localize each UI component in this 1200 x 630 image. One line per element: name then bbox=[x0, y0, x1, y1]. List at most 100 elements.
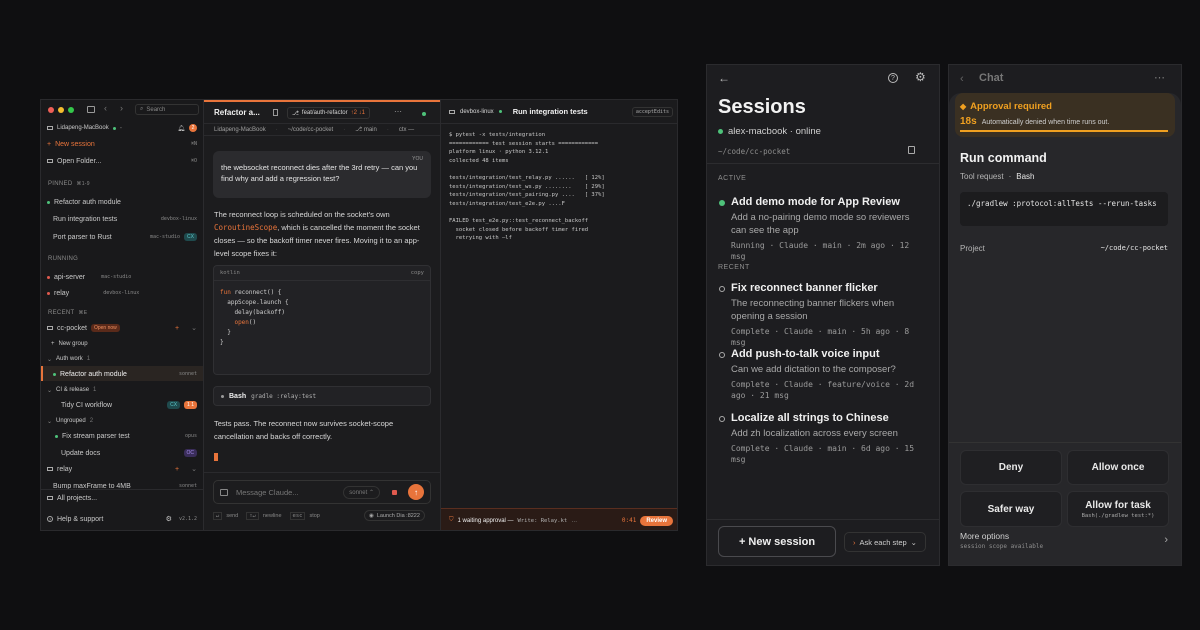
approval-timer: 0:41 bbox=[621, 517, 637, 524]
back-arrow-icon[interactable]: ← bbox=[718, 71, 730, 85]
deny-button[interactable]: Deny bbox=[960, 450, 1062, 485]
code-header: kotlin copy bbox=[214, 266, 430, 281]
group-count: 1 bbox=[93, 387, 97, 393]
pinned-item[interactable]: Refactor auth module bbox=[47, 195, 197, 209]
more-icon[interactable]: ⋯ bbox=[1154, 71, 1165, 84]
agent-badge: OC bbox=[183, 449, 197, 457]
pinned-item[interactable]: Port parser to Rust mac-studio CX bbox=[47, 230, 197, 244]
notification-badge[interactable]: 2 bbox=[189, 124, 197, 132]
session-card[interactable]: Localize all strings to Chinese Add zh l… bbox=[719, 412, 927, 465]
project-row[interactable]: relay + ⌄ bbox=[47, 462, 197, 476]
open-folder-button[interactable]: Open Folder... ⌘O bbox=[47, 154, 197, 168]
terminal-prompt-icon: › bbox=[853, 537, 856, 547]
countdown-fill bbox=[960, 130, 1168, 132]
plus-icon: + bbox=[51, 341, 55, 347]
branch-icon: ⎇ bbox=[292, 110, 299, 117]
new-group-button[interactable]: + New group bbox=[47, 337, 197, 351]
reply-text: The reconnect loop is scheduled on the s… bbox=[214, 210, 390, 219]
session-card[interactable]: Add push-to-talk voice input Can we add … bbox=[719, 348, 927, 401]
zoom-dot[interactable] bbox=[68, 107, 74, 113]
running-header: RUNNING bbox=[48, 256, 79, 262]
gear-icon[interactable]: ⚙ bbox=[166, 515, 172, 523]
countdown-value: 18s bbox=[960, 116, 977, 127]
help-icon: ? bbox=[47, 516, 53, 522]
branch-chip[interactable]: ⎇ feat/auth-refactor ↑2 ↓1 bbox=[287, 107, 370, 119]
help-button[interactable]: ? Help & support ⚙ v2.1.2 bbox=[47, 512, 197, 526]
chevron-down-icon: ⌄ bbox=[47, 356, 53, 363]
session-item[interactable]: Fix stream parser test opus bbox=[47, 429, 197, 443]
close-dot[interactable] bbox=[48, 107, 54, 113]
all-projects-button[interactable]: All projects... bbox=[47, 491, 197, 505]
launch-button[interactable]: ◉ Launch Dia :8222 bbox=[364, 510, 425, 521]
review-button[interactable]: Review bbox=[640, 515, 673, 526]
forward-icon[interactable]: › bbox=[120, 103, 123, 113]
session-meta: Complete · Claude · main · 5h ago · 8 ms… bbox=[731, 327, 910, 347]
permission-mode-selector[interactable]: › Ask each step ⌄ bbox=[844, 532, 926, 552]
session-item[interactable]: Tidy CI workflow CX 1 1 bbox=[47, 398, 197, 412]
session-item-selected[interactable]: Refactor auth module sonnet bbox=[47, 367, 197, 381]
add-icon[interactable]: + bbox=[175, 466, 179, 473]
chevron-down-icon[interactable]: ⌄ bbox=[191, 324, 197, 332]
permission-mode[interactable]: acceptEdits bbox=[631, 106, 673, 117]
group-header[interactable]: ⌄ Auth work 1 bbox=[47, 352, 197, 366]
minimize-dot[interactable] bbox=[58, 107, 64, 113]
session-item[interactable]: Update docs OC bbox=[47, 446, 197, 460]
model-selector[interactable]: sonnet ⌃ bbox=[343, 485, 380, 499]
session-card[interactable]: Fix reconnect banner flicker The reconne… bbox=[719, 282, 927, 348]
stop-button[interactable] bbox=[388, 486, 400, 498]
back-chevron-icon[interactable]: ‹ bbox=[960, 73, 964, 85]
hint: stop bbox=[309, 513, 320, 519]
shortcut: ⌘N bbox=[190, 141, 197, 147]
session-card-active[interactable]: Add demo mode for App Review Add a no-pa… bbox=[719, 196, 927, 262]
new-session-button[interactable]: + New session bbox=[718, 526, 836, 557]
code-body: fun reconnect() { appScope.launch { dela… bbox=[214, 281, 430, 355]
code-line: delay(backoff) bbox=[220, 309, 286, 316]
more-icon[interactable]: ⋯ bbox=[394, 107, 402, 116]
safer-way-button[interactable]: Safer way bbox=[960, 491, 1062, 527]
search-icon: ⌕ bbox=[140, 106, 144, 112]
allow-once-label: Allow once bbox=[1091, 462, 1145, 473]
message-input[interactable]: Message Claude... bbox=[236, 488, 335, 497]
sidebar-toggle-icon[interactable] bbox=[87, 106, 95, 113]
item-label: Tidy CI workflow bbox=[61, 401, 113, 409]
complete-ring-icon bbox=[719, 352, 725, 358]
pinned-header: PINNED ⌘1-9 bbox=[48, 181, 90, 187]
project-label: Project bbox=[960, 244, 985, 253]
chevron-down-icon[interactable]: ⌄ bbox=[191, 465, 197, 473]
add-icon[interactable]: + bbox=[175, 325, 179, 332]
session-description: Add zh localization across every screen bbox=[731, 428, 898, 439]
more-options-row[interactable]: More options session scope available › bbox=[960, 531, 1168, 555]
copy-button[interactable]: copy bbox=[411, 270, 424, 276]
session-meta: Running · Claude · main · 2m ago · 12 ms… bbox=[731, 241, 910, 261]
group-header[interactable]: ⌄ Ungrouped 2 bbox=[47, 414, 197, 428]
running-item[interactable]: api-server mac-studio bbox=[47, 270, 197, 284]
attach-image-icon[interactable] bbox=[220, 488, 228, 496]
allow-for-task-button[interactable]: Allow for task Bash(./gradlew test:*) bbox=[1067, 491, 1169, 527]
recent-label: RECENT bbox=[48, 310, 75, 316]
project-name: relay bbox=[57, 465, 73, 473]
version-label: v2.1.2 bbox=[178, 516, 197, 522]
folder-icon bbox=[47, 326, 53, 330]
machine-row[interactable]: Lidapeng-MacBook - 🔔︎ 2 bbox=[47, 121, 197, 135]
terminal-line: ============ test session starts =======… bbox=[449, 140, 599, 147]
gear-icon[interactable]: ⚙ bbox=[915, 70, 926, 84]
new-session-button[interactable]: + New session ⌘N bbox=[47, 137, 197, 151]
allow-once-button[interactable]: Allow once bbox=[1067, 450, 1169, 485]
running-item[interactable]: relay devbox-linux bbox=[47, 286, 197, 300]
tool-call[interactable]: Bash gradle :relay:test bbox=[213, 386, 431, 406]
running-dot bbox=[719, 200, 725, 206]
ellipsis: … bbox=[571, 517, 578, 524]
laptop-icon bbox=[47, 126, 53, 130]
pinned-item[interactable]: Run integration tests devbox-linux bbox=[47, 212, 197, 226]
kbd: ⇧↵ bbox=[246, 512, 259, 520]
search-input[interactable]: ⌕ Search bbox=[135, 104, 199, 115]
document-icon[interactable] bbox=[273, 109, 278, 116]
bell-icon[interactable]: 🔔︎ bbox=[177, 125, 185, 132]
help-icon[interactable]: ? bbox=[888, 73, 898, 83]
copy-icon[interactable] bbox=[908, 146, 915, 154]
back-icon[interactable]: ‹ bbox=[104, 103, 107, 113]
group-header[interactable]: ⌄ CI & release 1 bbox=[47, 383, 197, 397]
terminal-title: Run integration tests bbox=[512, 107, 588, 116]
project-row[interactable]: cc-pocket Open now + ⌄ bbox=[47, 321, 197, 335]
send-button[interactable]: ↑ bbox=[408, 484, 424, 500]
